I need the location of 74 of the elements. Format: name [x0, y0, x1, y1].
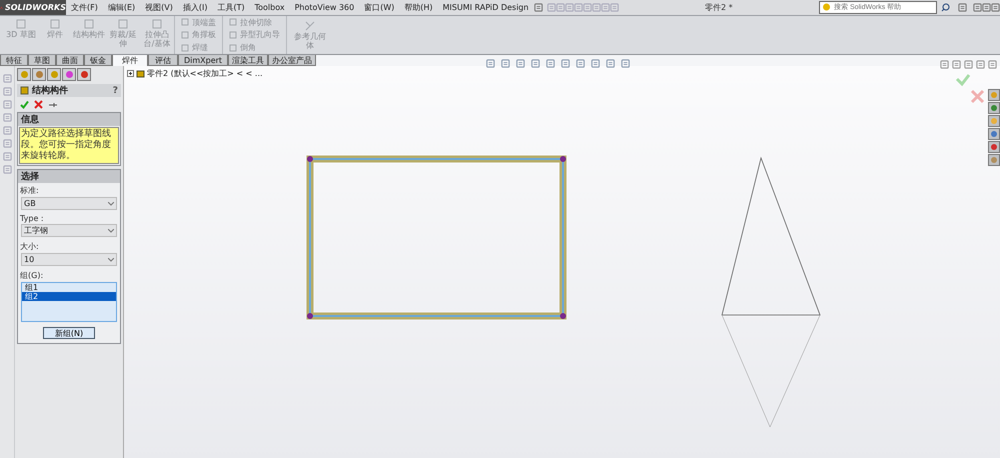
- task-pane-button[interactable]: [988, 102, 1000, 114]
- menu-item[interactable]: 插入(I): [178, 2, 212, 13]
- section-header[interactable]: 选择: [18, 170, 120, 183]
- task-pane-button[interactable]: [988, 115, 1000, 127]
- circle-icon: [64, 70, 74, 79]
- search-icon[interactable]: [941, 3, 950, 12]
- circle-icon: [990, 117, 998, 125]
- task-pane-button[interactable]: [988, 89, 1000, 101]
- panel-tab[interactable]: [77, 68, 91, 81]
- new-group-button[interactable]: 新组(N): [43, 327, 95, 339]
- menu-item[interactable]: PhotoView 360: [290, 3, 360, 12]
- circle-icon: [34, 70, 44, 79]
- dropdown-field[interactable]: 工字钢: [21, 224, 117, 237]
- menu-item[interactable]: 帮助(H): [399, 2, 438, 13]
- cancel-x-icon[interactable]: [34, 100, 43, 109]
- circle-icon: [990, 130, 998, 138]
- menu-item[interactable]: 文件(F): [66, 2, 103, 13]
- circle-icon: [50, 70, 58, 79]
- task-pane-button[interactable]: [988, 154, 1000, 166]
- menu-item[interactable]: 编辑(E): [102, 2, 140, 13]
- group-list[interactable]: 组1 组2: [21, 282, 117, 322]
- structure-member-icon: [20, 86, 29, 95]
- circle-icon: [20, 70, 28, 79]
- ribbon-tab[interactable]: 钣金: [84, 55, 112, 66]
- part-icon: [136, 69, 145, 78]
- field-label: 大小:: [19, 241, 40, 252]
- field-label: Type :: [19, 213, 45, 223]
- menu-item[interactable]: Toolbox: [250, 3, 290, 12]
- ribbon-tab[interactable]: 渲染工具: [228, 55, 268, 66]
- menu-item[interactable]: MISUMI RAPiD Design: [438, 3, 534, 12]
- menu-item[interactable]: 视图(V): [140, 2, 178, 13]
- menu-item[interactable]: 窗口(W): [359, 2, 400, 13]
- ribbon-tab[interactable]: 特征: [0, 55, 28, 66]
- panel-tab[interactable]: [47, 68, 61, 81]
- circle-icon: [990, 156, 998, 164]
- confirm-check-icon[interactable]: [20, 100, 29, 109]
- dropdown-field[interactable]: GB: [21, 197, 117, 210]
- section-title: 选择: [21, 170, 40, 183]
- field-label: 组(G):: [19, 270, 44, 281]
- task-pane-button[interactable]: [988, 141, 1000, 153]
- panel-tab[interactable]: [32, 68, 46, 81]
- expand-icon[interactable]: [127, 70, 134, 77]
- help-mark[interactable]: ?: [112, 86, 118, 96]
- ribbon-tab[interactable]: 焊件: [112, 55, 148, 67]
- circle-icon: [990, 91, 998, 99]
- section-header[interactable]: 信息: [18, 113, 120, 126]
- confirm-check-icon[interactable]: [956, 74, 970, 86]
- ribbon-tab[interactable]: 办公室产品: [268, 55, 316, 66]
- task-pane-button[interactable]: [988, 128, 1000, 140]
- cancel-x-icon[interactable]: [970, 90, 984, 104]
- group-item[interactable]: 组1: [22, 283, 116, 292]
- panel-tab[interactable]: [62, 68, 76, 81]
- axis-lines-icon: [304, 20, 316, 32]
- tree-item[interactable]: 零件2 (默认<<按加工> < < ...: [147, 68, 263, 79]
- ribbon-tab[interactable]: DimXpert: [178, 55, 228, 66]
- property-title: 结构构件: [32, 84, 69, 97]
- caret-icon: [108, 258, 114, 262]
- window-title: 零件2 *: [704, 2, 734, 13]
- ribbon-tab[interactable]: 曲面: [56, 55, 84, 66]
- caret-icon: [108, 202, 114, 206]
- dropdown-field[interactable]: 10: [21, 253, 117, 266]
- panel-tab[interactable]: [17, 68, 31, 81]
- field-label: 标准:: [19, 185, 40, 196]
- ribbon-tab[interactable]: 草图: [28, 55, 56, 66]
- app-logo: SOLIDWORKS: [0, 0, 66, 15]
- circle-icon: [990, 143, 998, 151]
- circle-icon: [990, 104, 998, 112]
- menu-item[interactable]: 工具(T): [212, 2, 250, 13]
- section-title: 信息: [21, 114, 40, 126]
- info-message: 为定义路径选择草图线段。您可按一指定角度来旋转轮廓。: [19, 127, 119, 164]
- ribbon-tab[interactable]: 评估: [148, 55, 178, 66]
- caret-icon: [108, 228, 114, 232]
- group-item[interactable]: 组2: [22, 292, 116, 301]
- circle-icon: [80, 70, 88, 79]
